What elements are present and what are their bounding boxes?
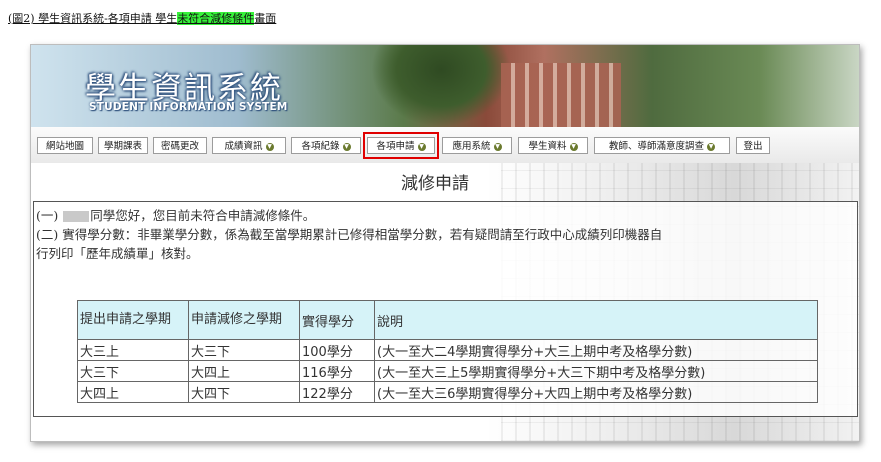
chevron-down-icon: ▼ (569, 142, 578, 151)
nav-label: 教師、導師滿意度調查 (608, 141, 704, 152)
table-row: 大三上 大三下 100學分 (大一至大二4學期實得學分+大三上期中考及格學分數) (77, 339, 818, 361)
chevron-down-icon: ▼ (342, 142, 351, 151)
nav-timetable[interactable]: 學期課表 (98, 137, 148, 154)
credit-table: 提出申請之學期 申請減修之學期 實得學分 說明 大三上 大三下 100學分 (大… (77, 300, 818, 403)
nav-sitemap[interactable]: 網站地圖 (37, 137, 93, 154)
nav-change-password[interactable]: 密碼更改 (153, 137, 207, 154)
table-cell: 100學分 (299, 339, 375, 361)
nav-satisfaction-survey[interactable]: 教師、導師滿意度調查 ▼ (594, 137, 730, 154)
nav-records[interactable]: 各項紀錄 ▼ (291, 137, 361, 154)
notice-panel: (一) 同學您好，您目前未符合申請減修條件。 (二) 實得學分數：非畢業學分數，… (33, 201, 858, 417)
nav-student-data[interactable]: 學生資料 ▼ (518, 137, 588, 154)
banner-tree-image (371, 45, 511, 127)
site-logo-subtitle: STUDENT INFORMATION SYSTEM (89, 101, 288, 113)
caption-highlight: 未符合減修條件 (177, 12, 255, 25)
caption-prefix: (圖2) 學生資訊系統-各項申請 學生 (8, 12, 178, 25)
table-cell: (大一至大三上5學期實得學分+大三下期中考及格學分數) (374, 360, 818, 382)
site-banner: 學生資訊系統 STUDENT INFORMATION SYSTEM (31, 45, 859, 127)
caption-suffix: 畫面 (254, 12, 277, 25)
table-cell: 大三下 (77, 360, 189, 382)
notice-prefix: (一) (36, 208, 59, 223)
banner-building-image (501, 63, 621, 127)
table-row: 大四上 大四下 122學分 (大一至大三6學期實得學分+大四上期中考及格學分數) (77, 381, 818, 403)
table-cell: 116學分 (299, 360, 375, 382)
browser-window: 學生資訊系統 STUDENT INFORMATION SYSTEM 網站地圖 學… (30, 44, 860, 442)
col-description: 說明 (374, 300, 818, 340)
col-credits: 實得學分 (299, 300, 375, 340)
nav-label: 密碼更改 (160, 141, 199, 152)
figure-caption: (圖2) 學生資訊系統-各項申請 學生未符合減修條件畫面 (8, 10, 276, 26)
nav-label: 各項紀錄 (301, 141, 340, 152)
col-reduce-semester: 申請減修之學期 (188, 300, 300, 340)
notice-text: 同學您好，您目前未符合申請減修條件。 (90, 208, 316, 223)
nav-apps[interactable]: 應用系統 ▼ (442, 137, 512, 154)
table-cell: 大四上 (77, 381, 189, 403)
annotation-highlight-box (363, 132, 439, 159)
table-cell: (大一至大二4學期實得學分+大三上期中考及格學分數) (374, 339, 818, 361)
table-cell: 大四上 (188, 360, 300, 382)
redacted-name (63, 211, 90, 222)
nav-label: 成績資訊 (224, 141, 263, 152)
table-header-row: 提出申請之學期 申請減修之學期 實得學分 說明 (77, 300, 818, 340)
nav-label: 應用系統 (452, 141, 491, 152)
table-cell: 大三下 (188, 339, 300, 361)
notice-line-2: (二) 實得學分數：非畢業學分數，係為截至當學期累計已修得相當學分數，若有疑問請… (36, 227, 663, 242)
table-cell: (大一至大三6學期實得學分+大四上期中考及格學分數) (374, 381, 818, 403)
table-cell: 122學分 (299, 381, 375, 403)
notice-line-3: 行列印「歷年成績單」核對。 (36, 246, 199, 261)
table-cell: 大三上 (77, 339, 189, 361)
chevron-down-icon: ▼ (265, 142, 274, 151)
table-row: 大三下 大四上 116學分 (大一至大三上5學期實得學分+大三下期中考及格學分數… (77, 360, 818, 382)
nav-label: 學期課表 (103, 141, 142, 152)
chevron-down-icon: ▼ (493, 142, 502, 151)
nav-grades[interactable]: 成績資訊 ▼ (212, 137, 286, 154)
notice-line-1: (一) 同學您好，您目前未符合申請減修條件。 (36, 205, 315, 224)
chevron-down-icon: ▼ (707, 142, 715, 151)
nav-logout[interactable]: 登出 (736, 137, 770, 154)
col-apply-semester: 提出申請之學期 (77, 300, 189, 340)
main-content: 減修申請 (一) 同學您好，您目前未符合申請減修條件。 (二) 實得學分數：非畢… (31, 163, 859, 441)
table-cell: 大四下 (188, 381, 300, 403)
nav-label: 學生資料 (528, 141, 567, 152)
nav-label: 網站地圖 (45, 141, 84, 152)
nav-label: 登出 (743, 141, 763, 152)
main-nav: 網站地圖 學期課表 密碼更改 成績資訊 ▼ 各項紀錄 ▼ 各項申請 ▼ 應用系統 ▼ 學… (31, 127, 859, 164)
page-title: 減修申請 (401, 174, 469, 194)
